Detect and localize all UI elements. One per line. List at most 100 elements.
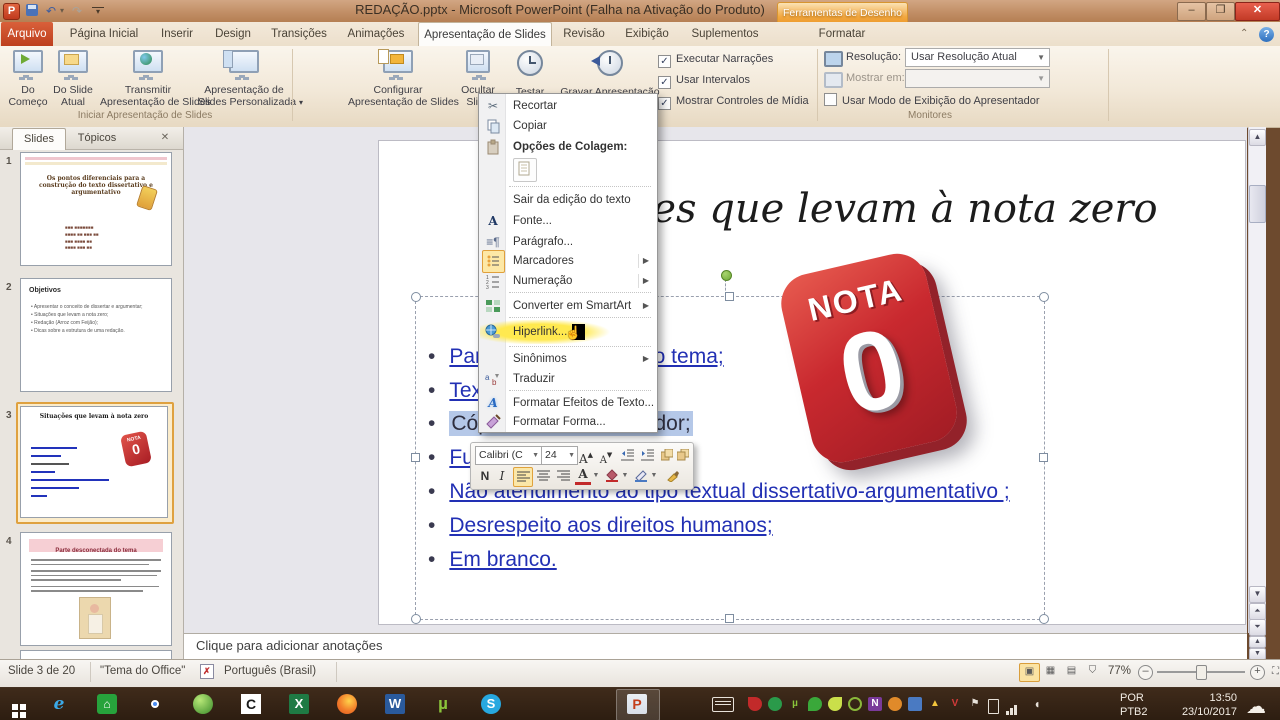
tab-arquivo[interactable]: Arquivo [1,22,53,46]
chrome-icon[interactable] [142,691,168,717]
camtasia-icon[interactable]: C [238,691,264,717]
broadcast-slideshow-button[interactable]: Transmitir Apresentação de Slides [100,50,211,108]
tray-green-icon[interactable] [768,697,782,711]
zoom-slider-thumb[interactable] [1196,665,1207,680]
menu-item-sair-edicao[interactable]: Sair da edição do texto [480,190,655,210]
slide-3-thumbnail[interactable]: Situações que levam à nota zero NOTA 0 [20,406,168,518]
powerpoint-taskbar-icon[interactable]: P [624,691,650,717]
tray-shield-icon[interactable] [808,697,822,711]
setup-slideshow-button[interactable]: Configurar Apresentação de Slides [348,49,459,108]
undo-icon[interactable]: ↶ [44,3,58,19]
shape-fill-button[interactable] [603,467,620,485]
checkbox-executar-narracoes[interactable]: ✓ Executar Narrações [658,51,773,68]
tray-orange-icon[interactable] [888,697,902,711]
handle-bottom-mid[interactable] [725,614,734,623]
network-signal-icon[interactable] [1006,702,1017,720]
spellcheck-icon[interactable]: ✗ [200,663,214,679]
volume-icon[interactable]: ◖ [1030,697,1044,711]
menu-item-formatar-efeitos[interactable]: A Formatar Efeitos de Texto... [480,393,655,413]
previous-slide-icon[interactable]: ⏶ [1249,603,1266,620]
scroll-up-icon[interactable]: ▲ [1249,129,1266,146]
save-icon[interactable] [26,4,38,16]
tab-formatar[interactable]: Formatar [806,22,878,46]
theme-indicator[interactable]: "Tema do Office" [100,665,185,677]
notes-scroll-up-icon[interactable]: ▲ [1249,636,1266,648]
slide-4-thumbnail[interactable]: Parte desconectada do tema [20,532,172,646]
help-icon[interactable]: ? [1259,27,1274,42]
handle-mid-right[interactable] [1039,453,1048,462]
restore-button[interactable]: ❐ [1206,2,1235,21]
menu-item-paragrafo[interactable]: ≡¶ Parágrafo... [480,232,655,252]
record-slideshow-button[interactable]: Gravar Apresentação [558,50,662,98]
skype-icon[interactable]: S [478,691,504,717]
bring-forward-button[interactable] [659,446,674,464]
align-right-button[interactable] [554,467,572,485]
tab-exibicao[interactable]: Exibição [618,22,676,46]
clock-tray[interactable]: 13:50 23/10/2017 [1165,691,1237,719]
from-current-slide-button[interactable]: Do Slide Atual [50,50,96,108]
tray-utorrent-icon[interactable]: µ [788,697,802,711]
internet-explorer-icon[interactable]: e [46,691,72,717]
tab-design[interactable]: Design [206,22,260,46]
tray-onenote-icon[interactable]: N [868,697,882,711]
scrollbar-thumb[interactable] [1249,185,1266,223]
checkbox-mostrar-controles[interactable]: ✓ Mostrar Controles de Mídia [658,93,809,110]
close-button[interactable]: ✕ [1235,2,1280,21]
scroll-down-icon[interactable]: ▼ [1249,586,1266,603]
checkbox-presenter-view[interactable]: Usar Modo de Exibição do Apresentador [824,93,1040,109]
align-center-button[interactable] [534,467,552,485]
shrink-font-button[interactable]: A▼ [597,446,615,466]
tray-blue-panel-icon[interactable] [908,697,922,711]
tab-transicoes[interactable]: Transições [264,22,334,46]
tab-pagina-inicial[interactable]: Página Inicial [60,22,148,46]
touch-keyboard-icon[interactable] [712,697,734,712]
menu-item-marcadores[interactable]: Marcadores ▶ [480,250,655,273]
rehearse-timings-button[interactable]: Testar [506,50,554,98]
increase-indent-button[interactable] [639,446,657,464]
tray-leaf-icon[interactable] [828,697,842,711]
language-indicator[interactable]: Português (Brasil) [224,665,316,677]
menu-item-hiperlink[interactable]: Hiperlink... [480,320,655,345]
normal-view-button[interactable]: ▣ [1019,663,1040,682]
tray-warning-icon[interactable]: ▲ [928,697,942,711]
tray-flag-icon[interactable]: ⚑ [968,697,982,711]
bullet-item[interactable]: • Desrespeito aos direitos humanos; [428,513,773,539]
tray-red-drop-icon[interactable] [748,697,762,711]
firefox-icon[interactable] [334,691,360,717]
green-orb-app-icon[interactable] [190,691,216,717]
tab-apresentacao-de-slides[interactable]: Apresentação de Slides [418,22,552,47]
action-center-cloud-icon[interactable]: ☁ [1246,694,1266,719]
zoom-out-icon[interactable]: – [1138,665,1153,680]
grow-font-button[interactable]: A▲ [577,446,595,466]
menu-item-sinonimos[interactable]: Sinônimos ▶ [480,349,655,369]
tab-topicos[interactable]: Tópicos [68,128,126,149]
tray-award-icon[interactable] [848,697,862,711]
shape-fill-dropdown-icon[interactable]: ▼ [621,467,629,485]
excel-icon[interactable]: X [286,691,312,717]
paste-option-button[interactable] [513,158,537,182]
send-backward-button[interactable] [675,446,690,464]
font-color-button[interactable]: A [575,467,591,485]
menu-item-copiar[interactable]: Copiar [480,116,655,136]
tab-inserir[interactable]: Inserir [152,22,202,46]
tab-revisao[interactable]: Revisão [556,22,612,46]
tab-slides[interactable]: Slides [12,128,66,150]
slide-sorter-view-button[interactable]: ▦ [1041,663,1060,680]
next-slide-icon[interactable]: ⏷ [1249,619,1266,636]
powerpoint-app-icon[interactable]: P [3,3,20,20]
zoom-level[interactable]: 77% [1108,665,1131,677]
undo-dropdown-icon[interactable]: ▾ [58,3,66,19]
windows-store-icon[interactable]: ⌂ [94,691,120,717]
redo-icon[interactable]: ↷ [70,3,84,19]
slide-2-thumbnail[interactable]: Objetivos • Apresentar o conceito de dis… [20,278,172,392]
menu-item-formatar-forma[interactable]: Formatar Forma... [480,412,655,432]
zoom-in-icon[interactable]: + [1250,665,1265,680]
align-left-button[interactable] [513,467,533,487]
decrease-indent-button[interactable] [619,446,637,464]
notes-placeholder[interactable]: Clique para adicionar anotações [196,638,382,653]
tray-red-v-icon[interactable]: V [948,697,962,711]
language-tray[interactable]: POR PTB2 [1120,691,1164,719]
show-on-dropdown[interactable]: ▼ [905,69,1050,88]
slideshow-view-button[interactable]: ⛉ [1083,663,1102,680]
resolution-dropdown[interactable]: Usar Resolução Atual ▼ [905,48,1050,67]
